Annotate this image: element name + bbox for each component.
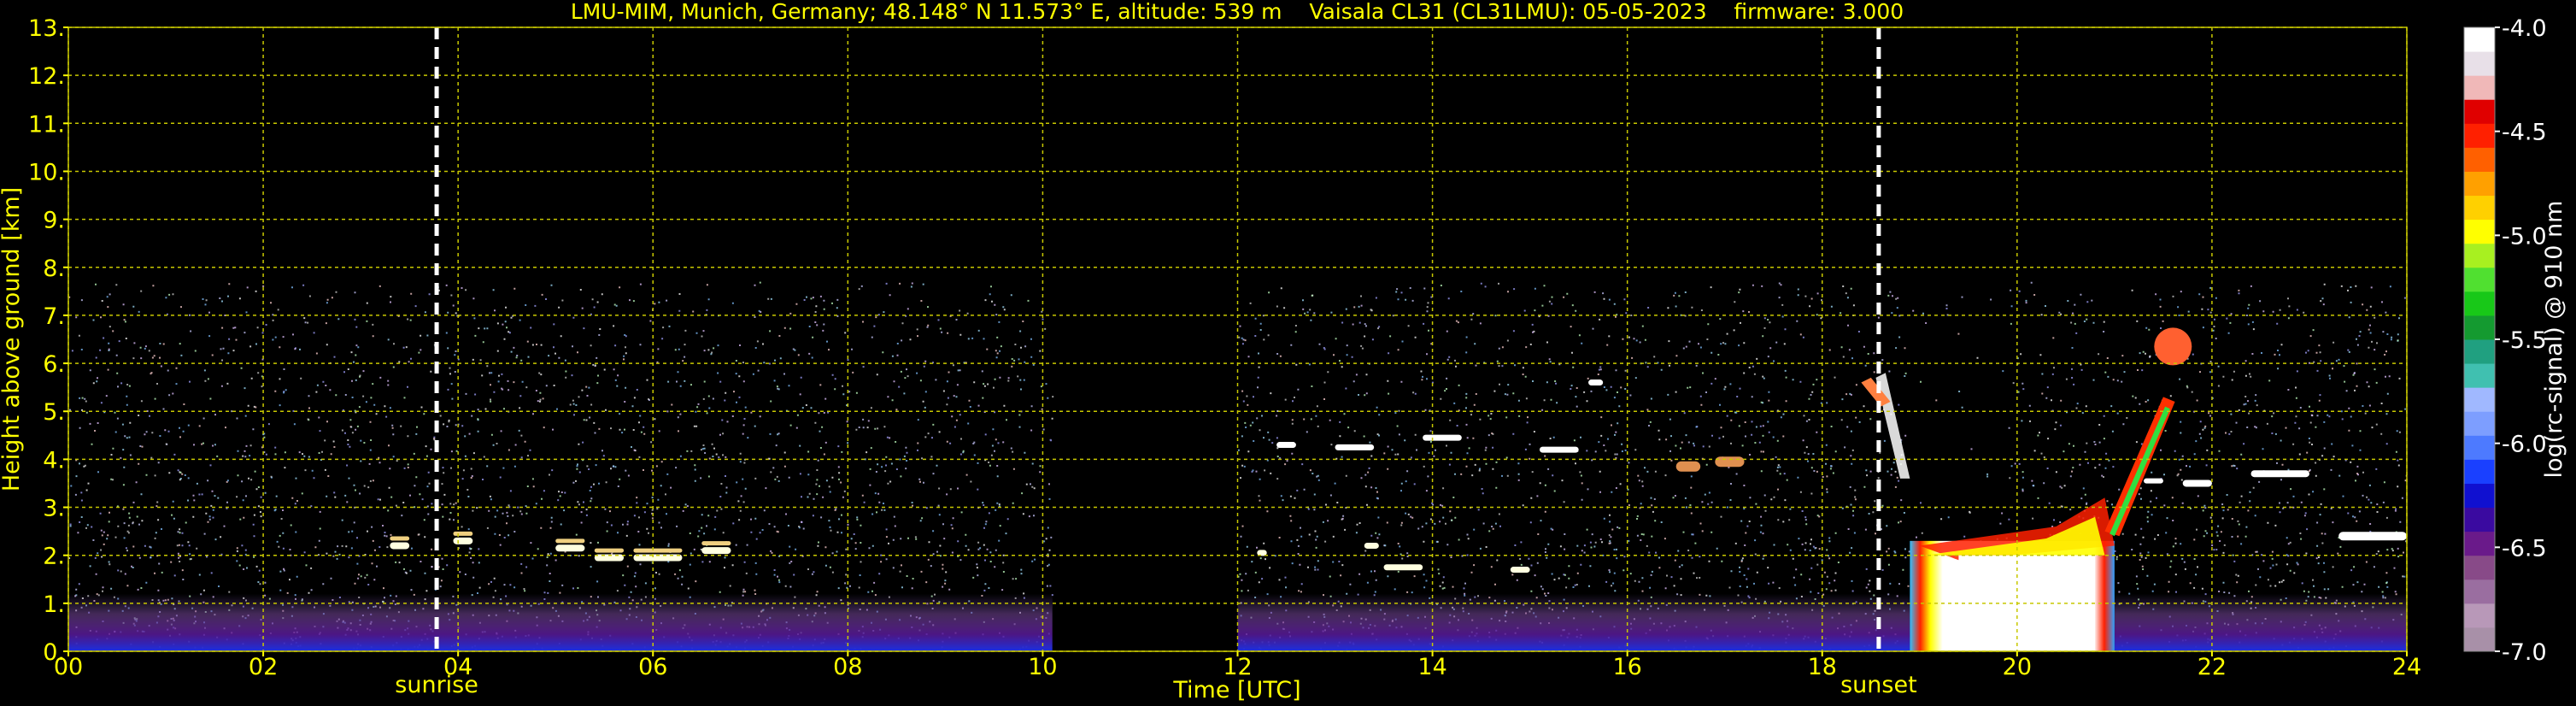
colorbar-swatch	[2464, 411, 2495, 436]
cloud-streak	[1540, 446, 1579, 453]
cloud-streak	[2182, 479, 2212, 487]
colorbar-swatch	[2464, 507, 2495, 532]
cloud-base-rising-inner	[2110, 406, 2170, 537]
x-tick-label: 02	[249, 654, 278, 680]
y-tick-label: 2.	[43, 544, 65, 570]
x-tick-label: 24	[2392, 654, 2421, 680]
sunset-label: sunset	[1840, 672, 1917, 698]
colorbar-swatch	[2464, 291, 2495, 316]
colorbar-swatch	[2464, 435, 2495, 460]
x-tick-label: 16	[1612, 654, 1641, 680]
boundary-layer	[1237, 593, 1910, 651]
colorbar-swatch	[2464, 579, 2495, 604]
colorbar-label: log(rc-signal) @ 910 nm	[2541, 201, 2567, 479]
y-tick-label: 4.	[43, 447, 65, 474]
colorbar-swatch	[2464, 51, 2495, 76]
x-tick-label: 08	[833, 654, 862, 680]
cloud-streak	[1588, 379, 1604, 386]
y-tick-label: 3.	[43, 496, 65, 522]
cloud-streak	[1364, 542, 1379, 549]
no-data-gap	[1052, 608, 1238, 651]
colorbar-swatch	[2464, 363, 2495, 388]
x-tick-label: 14	[1417, 654, 1446, 680]
colorbar-tick-label: -6.5	[2502, 535, 2547, 562]
colorbar: -4.0 -4.5 -5.0 -5.5 -6.0 -6.5 -7.0	[2463, 15, 2547, 666]
colorbar-swatch	[2464, 603, 2495, 628]
colorbar-tick-label: -4.5	[2502, 120, 2547, 146]
colorbar-swatch	[2464, 339, 2495, 364]
cloud-streak-edge	[390, 536, 410, 541]
x-tick-label: 20	[2003, 654, 2032, 680]
x-tick-label: 22	[2198, 654, 2227, 680]
colorbar-tick-label: -6.0	[2502, 432, 2547, 458]
y-tick-label: 7.	[43, 303, 65, 330]
colorbar-swatch	[2464, 219, 2495, 244]
cloud-streak	[453, 537, 473, 544]
cloud-streak	[2250, 470, 2309, 478]
colorbar-swatch	[2464, 555, 2495, 580]
y-tick-label: 10.	[28, 159, 65, 185]
cloud-streak-edge	[555, 538, 585, 544]
colorbar-swatch	[2464, 123, 2495, 148]
colorbar-swatch	[2464, 627, 2495, 652]
cloud-streak-edge	[633, 548, 683, 553]
cloud-streak	[2338, 532, 2407, 541]
cloud-streak	[1276, 442, 1296, 449]
cloud-streak	[1335, 444, 1375, 450]
rain-core	[1958, 555, 2096, 651]
colorbar-swatch	[2464, 267, 2495, 292]
chart-title: LMU-MIM, Munich, Germany; 48.148° N 11.5…	[571, 0, 1904, 24]
x-tick-label: 10	[1028, 654, 1057, 680]
colorbar-tick-label: -5.5	[2502, 327, 2547, 354]
colorbar-swatch	[2464, 171, 2495, 197]
x-tick-label: 18	[1808, 654, 1837, 680]
cloud-streak	[1423, 434, 1462, 441]
y-tick-label: 6.	[43, 351, 65, 378]
y-tick-label: 0.	[43, 639, 65, 666]
colorbar-swatch	[2464, 99, 2495, 124]
cloud-streak	[1675, 461, 1701, 472]
colorbar-swatch	[2464, 27, 2495, 52]
colorbar-swatch	[2464, 195, 2495, 221]
y-tick-label: 5.	[43, 399, 65, 426]
x-axis-label: Time [UTC]	[1172, 677, 1300, 703]
cloud-streak	[390, 542, 410, 550]
x-tick-label: 04	[443, 654, 472, 680]
y-tick-label: 11.	[28, 111, 65, 138]
cloud-streak	[701, 547, 731, 555]
cloud-streak	[1715, 456, 1745, 468]
colorbar-swatch	[2464, 243, 2495, 268]
y-axis-label: Height above ground [km]	[0, 187, 25, 491]
cloud-streak-edge	[701, 541, 731, 546]
y-tick-label: 13.	[28, 15, 65, 42]
colorbar-swatch	[2464, 483, 2495, 509]
y-tick-label: 8.	[43, 256, 65, 282]
colorbar-tick-label: -4.0	[2502, 15, 2547, 42]
y-tick-label: 12.	[28, 63, 65, 90]
x-tick-label: 06	[638, 654, 667, 680]
boundary-layer	[68, 593, 1053, 651]
cloud-streak-edge	[594, 548, 625, 553]
colorbar-swatch	[2464, 387, 2495, 412]
cloud-6km	[2154, 327, 2192, 366]
cloud-streak	[1510, 567, 1530, 574]
colorbar-tick-label: -7.0	[2502, 639, 2547, 666]
colorbar-swatch	[2464, 531, 2495, 556]
cloud-streak	[2144, 478, 2163, 484]
boundary-layer	[2114, 593, 2407, 651]
cloud-streak-edge	[453, 531, 473, 536]
colorbar-swatch	[2464, 459, 2495, 484]
colorbar-swatch	[2464, 147, 2495, 172]
cloud-streak	[1875, 373, 1910, 479]
y-tick-label: 1.	[43, 591, 65, 618]
ceilometer-chart: sunrise sunset 00 02 04 06 08 10 12 14 16 18 20 22 24…	[0, 0, 2567, 703]
cloud-streak	[1383, 564, 1423, 571]
colorbar-tick-label: -5.0	[2502, 223, 2547, 250]
colorbar-swatch	[2464, 75, 2495, 100]
colorbar-swatch	[2464, 315, 2495, 340]
cloud-streak	[555, 544, 585, 552]
y-tick-label: 9.	[43, 208, 65, 234]
